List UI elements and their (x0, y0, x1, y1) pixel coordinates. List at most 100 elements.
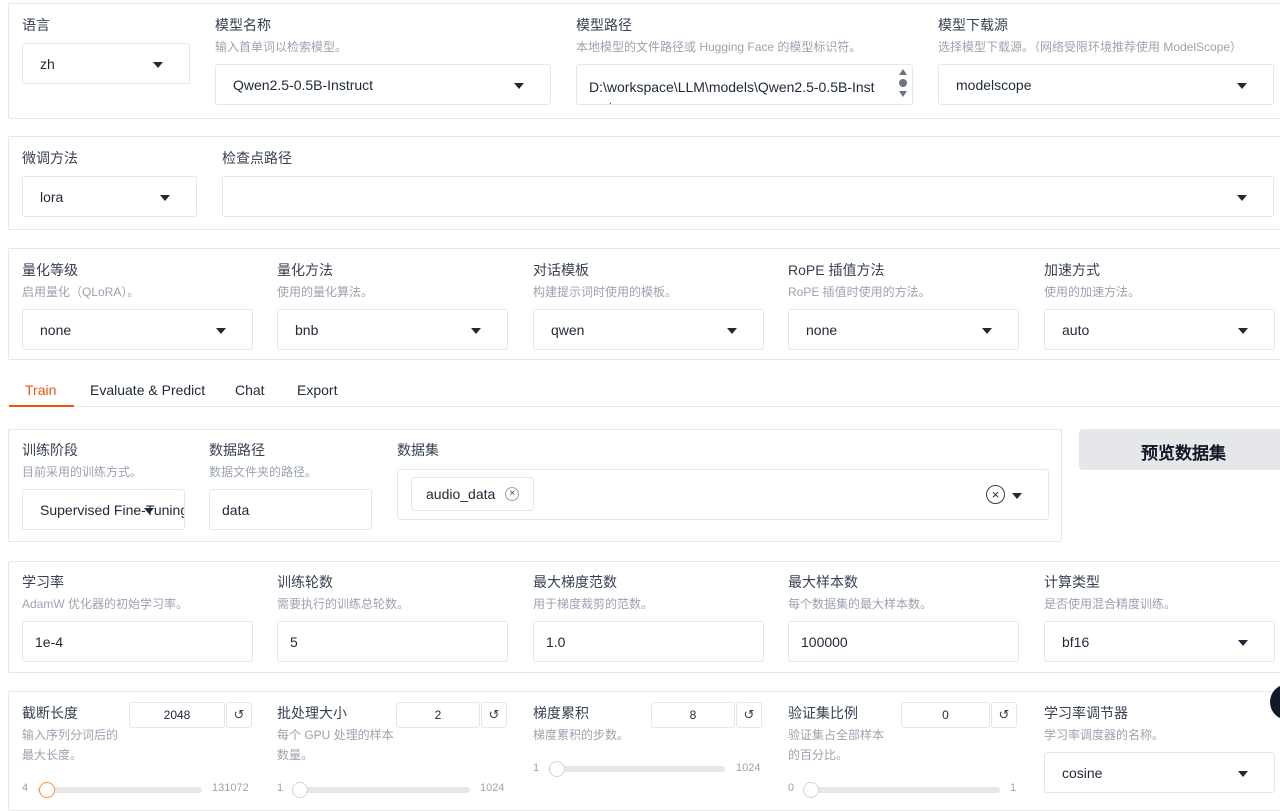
booster-select[interactable]: auto (1044, 309, 1275, 350)
chevron-down-icon (1238, 327, 1248, 334)
max-samples-input[interactable]: 100000 (788, 621, 1019, 662)
tab-train[interactable]: Train (25, 382, 56, 398)
scheduler-label: 学习率调节器 (1044, 705, 1128, 721)
chevron-down-icon (727, 327, 737, 334)
scheduler-select[interactable]: cosine (1044, 752, 1275, 793)
hub-hint: 选择模型下载源。（网络受限环境推荐使用 ModelScope） (938, 40, 1243, 54)
val-size-number-input[interactable]: 0 (901, 702, 990, 728)
chevron-down-icon[interactable] (1012, 492, 1022, 499)
tab-export[interactable]: Export (297, 382, 337, 398)
batch-max: 1024 (480, 782, 505, 794)
hub-label: 模型下载源 (938, 17, 1008, 33)
dataset-tag-label: audio_data (426, 486, 496, 502)
chevron-down-icon (216, 327, 226, 334)
rope-hint: RoPE 插值时使用的方法。 (788, 285, 931, 299)
finetune-method-label: 微调方法 (22, 150, 78, 166)
language-label: 语言 (22, 17, 50, 33)
grad-accum-label: 梯度累积 (533, 705, 589, 721)
language-select[interactable]: zh (22, 43, 190, 84)
batch-number-input[interactable]: 2 (396, 702, 480, 728)
rope-select[interactable]: none (788, 309, 1019, 350)
grad-accum-number-input[interactable]: 8 (651, 702, 735, 728)
val-size-hint: 验证集占全部样本 (788, 728, 885, 742)
batch-reset-icon[interactable]: ↺ (481, 702, 507, 728)
compute-type-hint: 是否使用混合精度训练。 (1044, 597, 1177, 611)
cutoff-hint-2: 最大长度。 (22, 748, 83, 762)
model-name-select[interactable]: Qwen2.5-0.5B-Instruct (215, 64, 551, 105)
checkpoint-label: 检查点路径 (222, 150, 292, 166)
dataset-dir-hint: 数据文件夹的路径。 (209, 465, 318, 479)
val-size-label: 验证集比例 (788, 705, 858, 721)
stage-select[interactable]: Supervised Fine-Tuning (22, 489, 185, 530)
batch-hint: 每个 GPU 处理的样本 (277, 728, 394, 742)
batch-slider-track[interactable] (292, 782, 470, 798)
grad-accum-slider-thumb[interactable] (549, 761, 566, 777)
model-path-hint: 本地模型的文件路径或 Hugging Face 的模型标识符。 (576, 40, 862, 54)
batch-hint-2: 数量。 (277, 748, 314, 762)
grad-accum-hint: 梯度累积的步数。 (533, 728, 630, 742)
model-name-hint: 输入首单词以检索模型。 (215, 40, 348, 54)
textarea-scrollbar[interactable] (898, 69, 908, 101)
dataset-multiselect[interactable]: audio_data × × (397, 469, 1049, 520)
cutoff-reset-icon[interactable]: ↺ (226, 702, 252, 728)
chevron-down-icon (1237, 194, 1247, 201)
chevron-down-icon (1238, 770, 1248, 777)
max-samples-label: 最大样本数 (788, 574, 858, 590)
chevron-down-icon (1238, 639, 1248, 646)
chevron-down-icon (160, 194, 170, 201)
val-size-min: 0 (788, 782, 795, 794)
epochs-input[interactable]: 5 (277, 621, 508, 662)
checkpoint-select[interactable] (222, 176, 1274, 217)
preview-dataset-button[interactable]: 预览数据集 (1079, 429, 1280, 470)
dataset-dir-label: 数据路径 (209, 442, 265, 458)
grad-accum-reset-icon[interactable]: ↺ (736, 702, 762, 728)
max-grad-norm-input[interactable]: 1.0 (533, 621, 764, 662)
epochs-label: 训练轮数 (277, 574, 333, 590)
model-path-textarea[interactable]: D:\workspace\LLM\models\Qwen2.5-0.5B-Ins… (576, 64, 913, 105)
booster-hint: 使用的加速方法。 (1044, 285, 1141, 299)
val-size-reset-icon[interactable]: ↺ (991, 702, 1017, 728)
max-grad-norm-hint: 用于梯度裁剪的范数。 (533, 597, 654, 611)
dataset-tag: audio_data × (411, 477, 535, 511)
quant-method-hint: 使用的量化算法。 (277, 285, 374, 299)
quant-method-select[interactable]: bnb (277, 309, 508, 350)
finetune-method-select[interactable]: lora (22, 176, 197, 217)
grad-accum-slider-track[interactable] (548, 761, 725, 777)
cutoff-max: 131072 (212, 782, 249, 794)
clear-all-icon[interactable]: × (986, 485, 1005, 504)
model-name-label: 模型名称 (215, 17, 271, 33)
quant-method-label: 量化方法 (277, 262, 333, 278)
tag-remove-icon[interactable]: × (505, 487, 520, 501)
booster-label: 加速方式 (1044, 262, 1100, 278)
dataset-dir-input[interactable]: data (209, 489, 372, 530)
tab-evaluate[interactable]: Evaluate & Predict (90, 382, 205, 398)
grad-accum-max: 1024 (736, 762, 761, 774)
scheduler-hint: 学习率调度器的名称。 (1044, 728, 1165, 742)
compute-type-select[interactable]: bf16 (1044, 621, 1275, 662)
template-label: 对话模板 (533, 262, 589, 278)
lr-label: 学习率 (22, 574, 64, 590)
cutoff-label: 截断长度 (22, 705, 78, 721)
max-samples-hint: 每个数据集的最大样本数。 (788, 597, 933, 611)
cutoff-slider-track[interactable] (37, 782, 202, 798)
rope-label: RoPE 插值方法 (788, 262, 885, 278)
quant-bit-select[interactable]: none (22, 309, 253, 350)
chevron-down-icon (153, 61, 163, 68)
lr-input[interactable]: 1e-4 (22, 621, 253, 662)
epochs-hint: 需要执行的训练总轮数。 (277, 597, 410, 611)
template-select[interactable]: qwen (533, 309, 764, 350)
tab-active-underline (9, 405, 74, 407)
val-size-slider-thumb[interactable] (803, 782, 819, 798)
quant-bit-hint: 启用量化（QLoRA）。 (22, 285, 140, 299)
quant-bit-label: 量化等级 (22, 262, 78, 278)
model-path-label: 模型路径 (576, 17, 632, 33)
chevron-down-icon (471, 327, 481, 334)
tab-chat[interactable]: Chat (235, 382, 265, 398)
val-size-slider-track[interactable] (803, 782, 1000, 798)
tab-bar-divider (8, 406, 1280, 407)
hub-select[interactable]: modelscope (938, 64, 1274, 105)
cutoff-number-input[interactable]: 2048 (129, 702, 225, 728)
template-hint: 构建提示词时使用的模板。 (533, 285, 678, 299)
chevron-down-icon (1237, 82, 1247, 89)
compute-type-label: 计算类型 (1044, 574, 1100, 590)
